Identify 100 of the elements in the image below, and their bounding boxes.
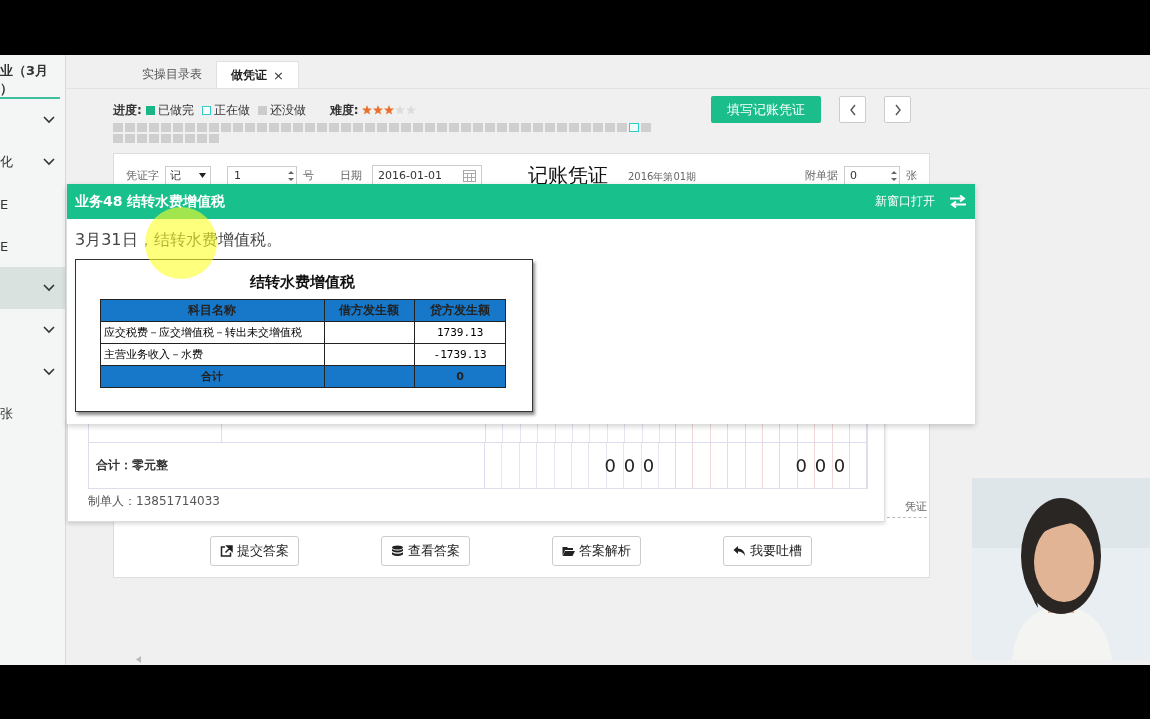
previous-button[interactable]: [839, 96, 866, 123]
progress-cell[interactable]: [641, 123, 651, 132]
progress-cell[interactable]: [233, 123, 243, 132]
sidebar-item[interactable]: 化: [0, 141, 65, 183]
chevron-down-icon: [43, 284, 55, 292]
progress-cell[interactable]: [533, 123, 543, 132]
progress-cell[interactable]: [389, 123, 399, 132]
progress-cell[interactable]: [317, 123, 327, 132]
chevron-right-icon: [893, 103, 902, 116]
star-icon: [394, 105, 405, 115]
tab[interactable]: 做凭证 ×: [216, 61, 299, 88]
progress-cell[interactable]: [545, 123, 555, 132]
legend-label: 还没做: [269, 101, 306, 119]
progress-cell[interactable]: [125, 123, 135, 132]
progress-cell[interactable]: [173, 134, 183, 143]
chevron-down-icon: [43, 116, 55, 124]
progress-cell[interactable]: [401, 123, 411, 132]
progress-cell[interactable]: [521, 123, 531, 132]
progress-cell[interactable]: [509, 123, 519, 132]
database-icon: [391, 545, 404, 557]
voucher-title: 记账凭证: [528, 162, 608, 189]
progress-cell[interactable]: [569, 123, 579, 132]
progress-cell[interactable]: [209, 134, 219, 143]
progress-cell[interactable]: [161, 123, 171, 132]
progress-cell[interactable]: [137, 134, 147, 143]
sidebar-heading: ）: [0, 80, 14, 98]
action-button[interactable]: 我要吐槽: [723, 536, 812, 566]
progress-cell[interactable]: [113, 134, 123, 143]
sidebar-item[interactable]: 张: [0, 393, 65, 435]
period-label: 2016年第01期: [628, 169, 697, 184]
progress-cell[interactable]: [341, 123, 351, 132]
progress-cell[interactable]: [221, 123, 231, 132]
sidebar-heading: 业（3月: [0, 62, 50, 80]
progress-cell[interactable]: [497, 123, 507, 132]
progress-cell[interactable]: [329, 123, 339, 132]
sidebar-item[interactable]: E: [0, 183, 65, 225]
progress-cell[interactable]: [173, 123, 183, 132]
legend-swatch: [145, 105, 155, 115]
progress-cell[interactable]: [257, 123, 267, 132]
progress-cell[interactable]: [137, 123, 147, 132]
action-button[interactable]: 查看答案: [381, 536, 470, 566]
table-cell: 合计: [100, 365, 325, 388]
progress-cell[interactable]: [413, 123, 423, 132]
table-cell: 1739.13: [414, 321, 506, 344]
progress-cell[interactable]: [629, 123, 639, 132]
reply-icon: [733, 545, 746, 557]
star-icon: [372, 105, 383, 115]
preparer-label: 制单人：13851714033: [88, 493, 221, 510]
legend-swatch: [201, 105, 211, 115]
progress-cell[interactable]: [245, 123, 255, 132]
progress-cell[interactable]: [197, 134, 207, 143]
sidebar-item[interactable]: E: [0, 225, 65, 267]
progress-cell[interactable]: [149, 134, 159, 143]
field-label: 附单据: [805, 168, 838, 183]
voucher-link[interactable]: 凭证: [887, 499, 927, 518]
field-label: 日期: [340, 168, 362, 183]
table-cell: 主营业务收入－水费: [100, 343, 325, 366]
progress-cell[interactable]: [293, 123, 303, 132]
close-icon[interactable]: ×: [273, 67, 284, 83]
progress-cell[interactable]: [365, 123, 375, 132]
next-button[interactable]: [884, 96, 911, 123]
swap-arrows-icon: [949, 195, 967, 208]
progress-cell[interactable]: [149, 123, 159, 132]
action-button[interactable]: 答案解析: [552, 536, 641, 566]
progress-cell[interactable]: [605, 123, 615, 132]
progress-cell[interactable]: [557, 123, 567, 132]
progress-cell[interactable]: [461, 123, 471, 132]
progress-cell[interactable]: [185, 134, 195, 143]
progress-label: 进度:: [113, 101, 142, 119]
progress-cell[interactable]: [185, 123, 195, 132]
progress-cell[interactable]: [593, 123, 603, 132]
column-header: 科目名称: [100, 299, 325, 322]
table-cell: -1739.13: [414, 343, 506, 366]
field-label: 凭证字: [126, 168, 159, 183]
progress-cell[interactable]: [377, 123, 387, 132]
action-button[interactable]: 提交答案: [210, 536, 299, 566]
progress-cell[interactable]: [197, 123, 207, 132]
debit-total: 000: [604, 455, 662, 476]
progress-cell[interactable]: [125, 134, 135, 143]
progress-cell[interactable]: [581, 123, 591, 132]
progress-cell[interactable]: [269, 123, 279, 132]
progress-cell[interactable]: [113, 123, 123, 132]
sidebar-item[interactable]: [0, 267, 65, 309]
progress-cell[interactable]: [161, 134, 171, 143]
tab[interactable]: 实操目录表: [128, 61, 216, 88]
field-label: 张: [906, 168, 917, 183]
chevron-down-icon: [43, 326, 55, 334]
progress-cell[interactable]: [209, 123, 219, 132]
progress-cell[interactable]: [437, 123, 447, 132]
progress-cell[interactable]: [485, 123, 495, 132]
legend-label: 已做完: [157, 101, 194, 119]
progress-cell[interactable]: [353, 123, 363, 132]
progress-cell[interactable]: [449, 123, 459, 132]
credit-total: 000: [795, 455, 853, 476]
progress-cell[interactable]: [473, 123, 483, 132]
document-title: 结转水费增值税: [249, 273, 356, 292]
progress-cell[interactable]: [281, 123, 291, 132]
progress-cell[interactable]: [617, 123, 627, 132]
progress-cell[interactable]: [305, 123, 315, 132]
progress-cell[interactable]: [425, 123, 435, 132]
